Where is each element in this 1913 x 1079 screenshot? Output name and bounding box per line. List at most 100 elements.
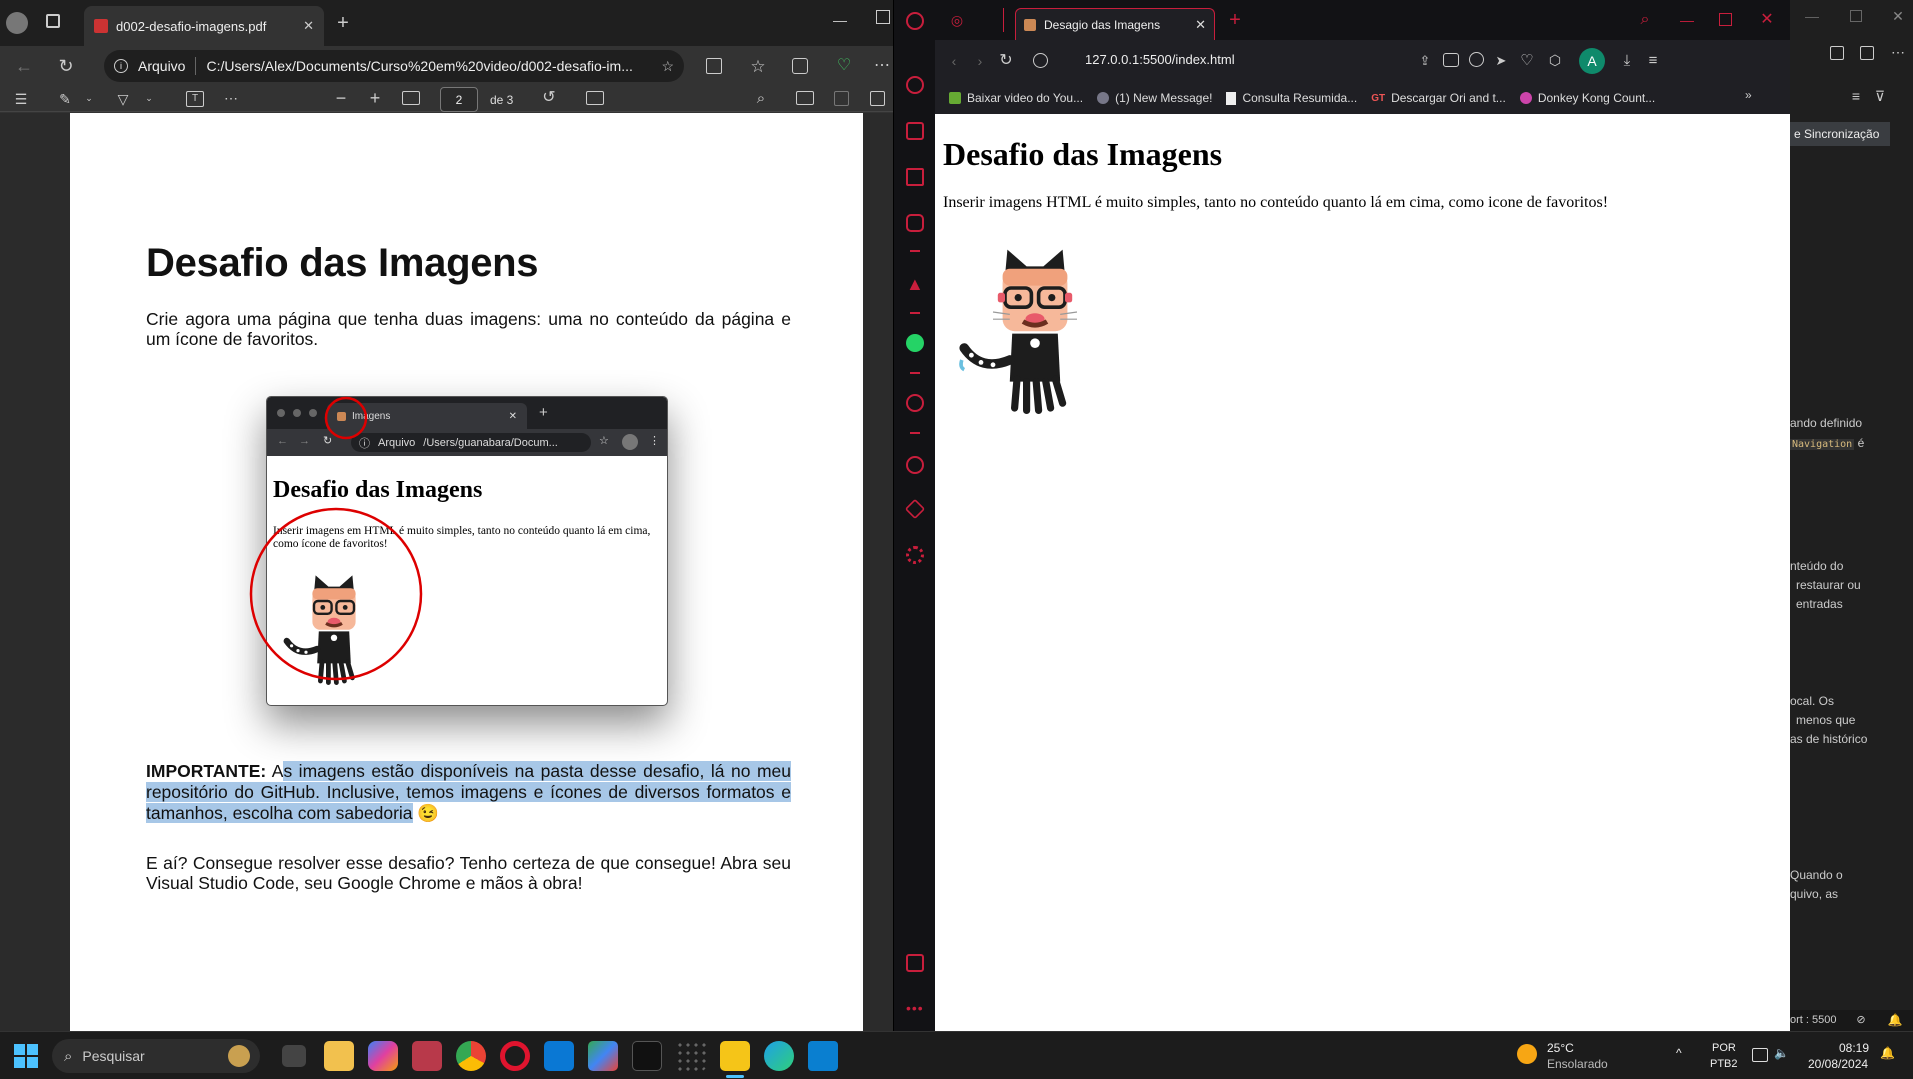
share-icon[interactable]: ⇪ <box>1417 52 1433 68</box>
twitch-icon[interactable] <box>906 168 924 186</box>
back-icon[interactable]: ‹ <box>945 52 963 70</box>
minimize-icon[interactable]: — <box>830 10 850 30</box>
edge-icon[interactable] <box>764 1041 794 1071</box>
close-tab-icon[interactable]: ✕ <box>1195 17 1206 33</box>
briefcase-icon[interactable] <box>906 122 924 140</box>
maximize-icon[interactable] <box>876 10 890 24</box>
aria-icon[interactable]: ▲ <box>906 274 924 294</box>
broadcast-icon[interactable]: ⊘ <box>1854 1013 1868 1027</box>
sort-icon[interactable]: ≡ <box>1848 88 1864 104</box>
new-tab-icon[interactable]: + <box>1225 10 1245 30</box>
zoom-out-icon[interactable]: − <box>332 89 350 107</box>
search-icon[interactable]: ⌕ <box>752 89 770 107</box>
microsoft-store-icon[interactable] <box>544 1041 574 1071</box>
split-editor-icon[interactable] <box>1860 46 1874 60</box>
speed-dial-icon[interactable] <box>906 76 924 94</box>
history-icon[interactable] <box>906 456 924 474</box>
text-icon[interactable]: T <box>186 91 204 107</box>
page-number-input[interactable]: 2 <box>440 87 478 112</box>
more-icon[interactable]: ••• <box>906 1000 924 1018</box>
send-icon[interactable]: ➤ <box>1493 52 1509 68</box>
save-icon[interactable] <box>834 91 849 106</box>
game-controller-icon[interactable]: ◎ <box>947 12 967 28</box>
favorites-icon[interactable]: ☆ <box>748 56 768 76</box>
opera-logo-icon[interactable] <box>906 12 924 30</box>
bookmarks-overflow-icon[interactable]: » <box>1745 88 1752 102</box>
more-tools-icon[interactable]: ⋯ <box>222 90 240 106</box>
refresh-icon[interactable]: ↻ <box>997 52 1015 70</box>
easy-setup-icon[interactable]: ≡ <box>1645 52 1661 68</box>
bookmark-item[interactable]: GT Descargar Ori and t... <box>1371 91 1506 105</box>
photopea-icon[interactable] <box>632 1041 662 1071</box>
fit-page-icon[interactable] <box>402 91 420 105</box>
bookmark-item[interactable]: Donkey Kong Count... <box>1519 91 1655 105</box>
refresh-icon[interactable]: ↻ <box>56 56 76 76</box>
download-icon[interactable]: ⤓ <box>1619 52 1635 68</box>
notifications-icon[interactable]: 🔔 <box>1888 1013 1903 1027</box>
tab-actions-icon[interactable] <box>46 14 60 28</box>
open-changes-icon[interactable] <box>1830 46 1844 60</box>
address-bar-url[interactable]: 127.0.0.1:5500/index.html <box>1085 52 1235 67</box>
opera-icon[interactable] <box>500 1041 530 1071</box>
rotate-icon[interactable]: ↺ <box>540 89 558 107</box>
minimize-icon[interactable]: — <box>1677 10 1697 30</box>
status-port[interactable]: ort : 5500 <box>1790 1011 1836 1030</box>
highlight-icon[interactable]: ▽ <box>114 91 132 107</box>
language-code[interactable]: POR <box>1712 1041 1736 1056</box>
contents-icon[interactable]: ☰ <box>12 91 30 107</box>
collections-icon[interactable] <box>792 58 808 74</box>
start-button[interactable] <box>14 1044 38 1068</box>
tab-desafio[interactable]: Desagio das Imagens ✕ <box>1015 8 1215 40</box>
clock-date[interactable]: 20/08/2024 <box>1808 1057 1868 1072</box>
close-window-icon[interactable]: ✕ <box>1757 10 1777 30</box>
close-tab-icon[interactable]: ✕ <box>303 18 314 34</box>
adblock-icon[interactable] <box>1469 52 1484 67</box>
extensions-cube-icon[interactable] <box>904 498 926 520</box>
forward-icon[interactable]: › <box>971 52 989 70</box>
player-icon[interactable] <box>906 394 924 412</box>
more-icon[interactable]: ⋯ <box>872 56 892 76</box>
maximize-icon[interactable] <box>1719 13 1732 26</box>
window-close-icon[interactable]: ✕ <box>1890 8 1906 24</box>
print-icon[interactable] <box>796 91 814 105</box>
image-gallery-icon[interactable] <box>906 954 924 972</box>
window-maximize-icon[interactable] <box>1850 10 1862 22</box>
notification-bell-icon[interactable]: 🔔 <box>1880 1046 1895 1061</box>
health-icon[interactable]: ♡ <box>834 56 854 76</box>
clock-time[interactable]: 08:19 <box>1839 1041 1869 1056</box>
bookmark-item[interactable]: Consulta Resumida... <box>1226 91 1357 105</box>
copilot-icon[interactable] <box>368 1041 398 1071</box>
favorite-star-icon[interactable]: ☆ <box>661 58 674 75</box>
save-as-icon[interactable] <box>870 91 885 106</box>
vscode-icon[interactable] <box>808 1041 838 1071</box>
filter-icon[interactable]: ⊽ <box>1872 88 1888 104</box>
network-icon[interactable] <box>1752 1048 1768 1062</box>
chevron-down-icon[interactable]: ⌄ <box>84 93 94 103</box>
keyboard-layout[interactable]: PTB2 <box>1710 1057 1738 1072</box>
play-games-icon[interactable] <box>588 1041 618 1071</box>
new-tab-icon[interactable]: + <box>334 13 352 33</box>
heart-icon[interactable]: ♡ <box>1519 52 1535 68</box>
split-screen-icon[interactable] <box>706 58 722 74</box>
sticky-notes-icon[interactable] <box>720 1041 750 1071</box>
ai-icon[interactable] <box>906 214 924 232</box>
zoom-in-icon[interactable]: + <box>366 89 384 107</box>
taskbar-search[interactable]: ⌕ Pesquisar <box>52 1039 260 1073</box>
more-actions-icon[interactable]: ⋯ <box>1890 44 1906 60</box>
draw-icon[interactable]: ✎ <box>56 91 74 107</box>
whatsapp-icon[interactable] <box>906 334 924 352</box>
weather-sun-icon[interactable] <box>1517 1044 1537 1064</box>
address-bar[interactable]: i Arquivo C:/Users/Alex/Documents/Curso%… <box>104 50 684 82</box>
search-tabs-icon[interactable]: ⌕ <box>1635 10 1655 30</box>
tray-overflow-icon[interactable]: ^ <box>1676 1046 1682 1061</box>
settings-gear-icon[interactable] <box>906 546 924 564</box>
task-view-icon[interactable] <box>282 1045 306 1067</box>
chevron-down-icon[interactable]: ⌄ <box>144 93 154 103</box>
extensions-icon[interactable]: ⬡ <box>1547 52 1563 68</box>
sync-button[interactable]: e Sincronização <box>1790 122 1890 146</box>
dots-app-icon[interactable] <box>676 1041 706 1071</box>
pdf-viewport[interactable]: Desafio das Imagens Crie agora uma págin… <box>0 113 893 1031</box>
tab-pdf[interactable]: d002-desafio-imagens.pdf ✕ <box>84 6 324 46</box>
chrome-icon[interactable] <box>456 1041 486 1071</box>
volume-icon[interactable]: 🔈 <box>1774 1046 1789 1061</box>
